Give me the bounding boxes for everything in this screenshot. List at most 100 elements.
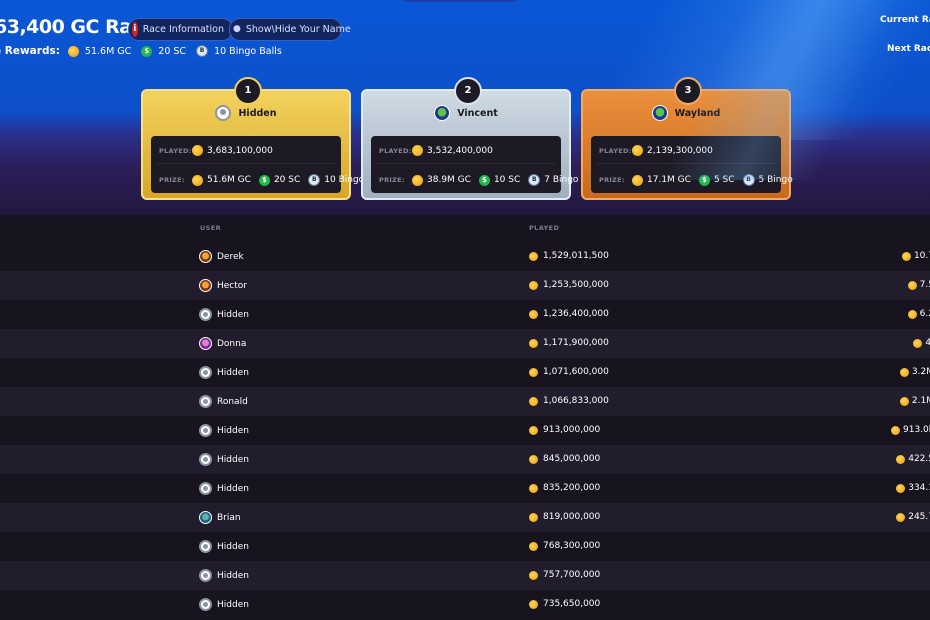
table-row: Derek 1,529,011,500 10.7 [0, 242, 930, 271]
prize-sc: $20 SC [258, 174, 300, 186]
sweeps-coin-icon: $ [258, 174, 270, 186]
sweeps-coin-icon: $ [141, 45, 153, 57]
user-name: Hidden [217, 483, 249, 494]
podium-card-second: 2 Vincent PLAYED: 3,532,400,000 PRIZE: 3… [361, 77, 578, 200]
user-cell: Ronald [199, 395, 248, 408]
race-information-button[interactable]: i Race Information [128, 18, 233, 41]
played-cell: 913,000,000 [529, 425, 600, 435]
user-name: Derek [217, 251, 244, 262]
gold-coin-icon [192, 174, 203, 186]
sweeps-coin-icon: $ [698, 174, 710, 186]
table-row: Ronald 1,066,833,000 2.1M [0, 387, 930, 416]
hidden-user-avatar-icon [199, 482, 212, 495]
rank-badge: 2 [454, 77, 482, 105]
table-row: Hidden 757,700,000 [0, 561, 930, 590]
user-name: Ronald [217, 396, 248, 407]
user-avatar-icon [434, 105, 451, 121]
played-cell: 768,300,000 [529, 541, 600, 551]
played-cell: 1,071,600,000 [529, 367, 609, 377]
hidden-user-avatar-icon [199, 395, 212, 408]
played-amount: 735,650,000 [543, 599, 601, 609]
prize-sc-text: 5 SC [713, 175, 735, 185]
gold-coin-icon [529, 309, 538, 319]
user-cell: Hidden [199, 540, 249, 553]
user-avatar-icon [199, 337, 212, 350]
prize-cell: 913.0k [891, 425, 930, 435]
played-amount: 3,683,100,000 [207, 145, 273, 156]
reward-gc-text: 51.6M GC [84, 45, 132, 57]
user-cell: Derek [199, 250, 244, 263]
user-cell: Hidden [199, 482, 249, 495]
gold-coin-icon [907, 309, 917, 319]
played-cell: 819,000,000 [529, 512, 600, 522]
played-amount: 819,000,000 [543, 512, 601, 522]
prize-cell: 334.1 [896, 483, 930, 493]
gold-coin-icon [896, 483, 906, 493]
prize-gc: 38.9M GC [412, 174, 471, 186]
podium-stats: PLAYED: 3,532,400,000 PRIZE: 38.9M GC $1… [371, 136, 578, 193]
prize-row: PRIZE: 17.1M GC $5 SC B5 Bingo [599, 174, 801, 186]
user-avatar-icon [199, 511, 212, 524]
played-cell: 1,066,833,000 [529, 396, 609, 406]
prize-cell: 422.5 [896, 454, 930, 464]
user-cell: Hidden [199, 366, 249, 379]
prize-label: PRIZE: [379, 176, 405, 184]
current-race-tab[interactable]: Current Race [880, 15, 930, 25]
rewards-label: e Rewards: [0, 45, 60, 57]
played-amount: 845,000,000 [543, 454, 601, 464]
played-cell: 1,236,400,000 [529, 309, 609, 319]
prize-gc: 17.1M GC [632, 174, 691, 186]
prize-cell: 245.7 [896, 512, 930, 522]
race-information-label: Race Information [142, 24, 224, 35]
prize-amount: 7.5 [919, 280, 930, 290]
played-value: 2,139,300,000 [632, 145, 713, 156]
user-name: Donna [217, 338, 247, 349]
prize-bingo-text: 7 Bingo [544, 175, 579, 185]
prize-bingo: B5 Bingo [742, 174, 793, 186]
gold-coin-icon [529, 251, 538, 261]
next-race-tab[interactable]: Next Race s [887, 44, 930, 54]
hidden-user-avatar-icon [199, 598, 212, 611]
table-row: Hector 1,253,500,000 7.5 [0, 271, 930, 300]
user-name: Brian [217, 512, 241, 523]
prize-amount: 10.7 [913, 251, 930, 261]
gold-coin-icon [529, 396, 538, 406]
user-cell: Hidden [199, 308, 249, 321]
gold-coin-icon [896, 512, 906, 522]
played-cell: 1,529,011,500 [529, 251, 609, 261]
hidden-user-avatar-icon [215, 105, 232, 121]
prize-amount: 4. [925, 338, 930, 348]
podium-user-name: Hidden [238, 107, 277, 119]
user-cell: Hector [199, 279, 247, 292]
hidden-user-avatar-icon [199, 366, 212, 379]
played-amount: 3,532,400,000 [427, 145, 493, 156]
reward-sc-text: 20 SC [158, 45, 187, 57]
user-name: Hidden [217, 541, 249, 552]
prize-gc-text: 17.1M GC [647, 175, 691, 185]
rank-badge: 3 [674, 77, 702, 105]
prize-cell: 7.5 [907, 280, 930, 290]
user-cell: Hidden [199, 598, 249, 611]
prize-gc-text: 38.9M GC [427, 175, 471, 185]
played-amount: 913,000,000 [543, 425, 601, 435]
podium-user: Hidden [143, 105, 349, 121]
user-cell: Donna [199, 337, 246, 350]
prize-amount: 3.2M [911, 367, 930, 377]
prize-sc: $10 SC [478, 174, 520, 186]
info-icon: i [132, 22, 138, 37]
gold-coin-icon [913, 338, 923, 348]
podium-user-name: Wayland [674, 107, 721, 119]
played-amount: 1,066,833,000 [543, 396, 609, 406]
show-hide-name-label: Show\Hide Your Name [245, 24, 351, 35]
show-hide-name-button[interactable]: ● Show\Hide Your Name [229, 18, 351, 41]
prize-bingo: B7 Bingo [528, 174, 578, 186]
prize-row: PRIZE: 51.6M GC $20 SC B 10 Bingo [159, 174, 372, 186]
gold-coin-icon [632, 174, 643, 186]
gold-coin-icon [901, 251, 911, 261]
podium-stats: PLAYED: 2,139,300,000 PRIZE: 17.1M GC $5… [591, 136, 793, 193]
gold-coin-icon [529, 541, 538, 551]
played-value: 3,532,400,000 [412, 145, 493, 156]
played-amount: 1,529,011,500 [543, 251, 609, 261]
prize-amount: 245.7 [908, 512, 930, 522]
user-avatar-icon [651, 105, 668, 121]
